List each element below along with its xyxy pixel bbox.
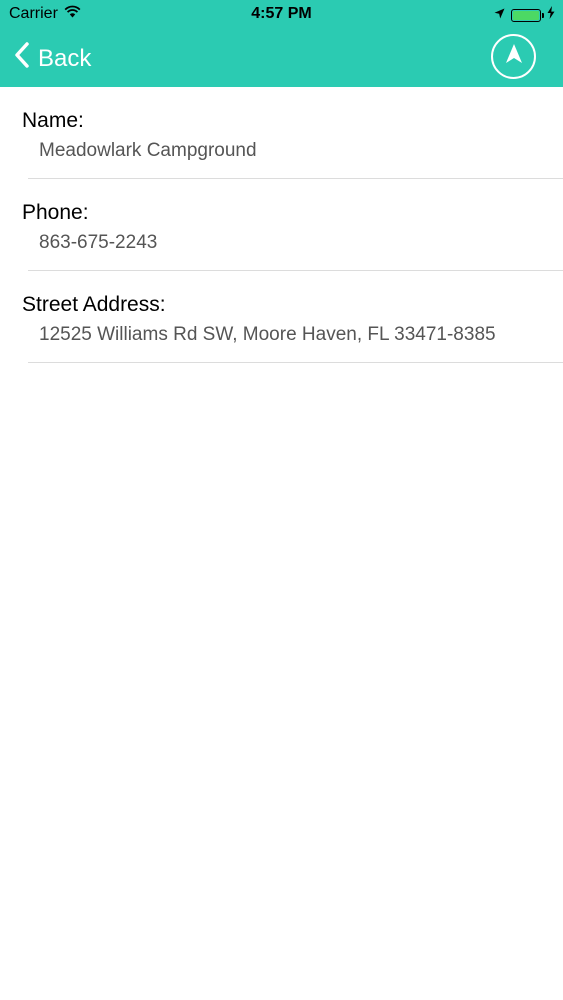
battery-icon [511,8,544,22]
back-button[interactable]: Back [14,42,91,75]
details-list: Name: Meadowlark Campground Phone: 863-6… [0,87,563,363]
detail-row-phone[interactable]: Phone: 863-675-2243 [0,179,563,271]
nav-bar: Back [0,30,563,87]
location-arrow-icon [494,6,505,24]
campground-detail-screen: Carrier 4:57 PM Back Name: Meadowlark Ca… [0,0,563,1000]
navigate-button[interactable] [491,34,536,79]
header: Carrier 4:57 PM Back [0,0,563,87]
phone-label: Phone: [22,201,89,224]
status-bar: Carrier 4:57 PM [0,0,563,30]
navigation-arrow-icon [504,43,524,70]
name-label: Name: [22,109,84,132]
back-label: Back [38,44,92,72]
name-value: Meadowlark Campground [39,140,257,161]
address-label: Street Address: [22,293,166,316]
battery-level [513,10,539,20]
phone-value[interactable]: 863-675-2243 [39,232,157,254]
detail-row-name: Name: Meadowlark Campground [0,87,563,179]
chevron-left-icon [14,42,30,75]
detail-row-address[interactable]: Street Address: 12525 Williams Rd SW, Mo… [0,271,563,363]
charging-bolt-icon [547,6,555,24]
row-divider [28,362,563,363]
status-right [494,6,555,24]
address-value[interactable]: 12525 Williams Rd SW, Moore Haven, FL 33… [39,324,496,346]
status-time: 4:57 PM [251,5,312,22]
